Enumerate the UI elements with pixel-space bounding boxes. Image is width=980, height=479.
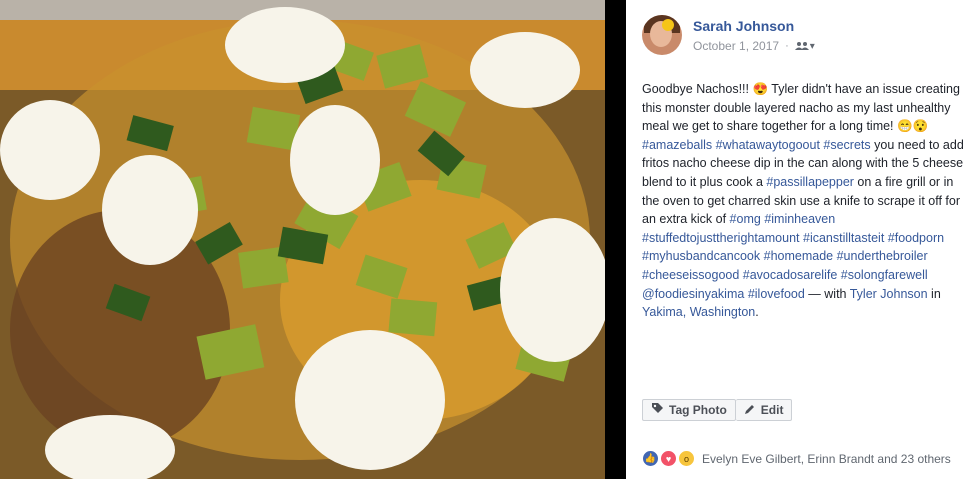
audience-friends-icon [794, 42, 809, 50]
post-link[interactable]: #whatawaytogoout [716, 138, 820, 152]
friends-icon[interactable]: ▾ [794, 40, 815, 52]
post-link[interactable]: #iminheaven [764, 212, 835, 226]
post-text-segment: — with [804, 286, 850, 301]
tag-icon [651, 402, 664, 418]
nachos-photo[interactable] [0, 0, 605, 479]
post-link[interactable]: #cheeseissogood [642, 268, 739, 282]
nachos-image [0, 0, 605, 479]
post-link[interactable]: #ilovefood [748, 287, 805, 301]
post-link[interactable]: #icanstilltasteit [803, 231, 884, 245]
post-meta: October 1, 2017 · ▾ [693, 39, 815, 53]
post-link[interactable]: @foodiesinyakima [642, 287, 744, 301]
post-link[interactable]: #secrets [823, 138, 870, 152]
author-name[interactable]: Sarah Johnson [693, 18, 794, 34]
edit-button[interactable]: Edit [735, 399, 793, 421]
chevron-down-icon: ▾ [809, 40, 815, 52]
reactions-summary[interactable]: Evelyn Eve Gilbert, Erinn Brandt and 23 … [702, 452, 951, 466]
post-panel: Sarah Johnson October 1, 2017 · ▾ Goodby… [626, 0, 980, 479]
post-link[interactable]: #solongfarewell [841, 268, 928, 282]
post-link[interactable]: #stuffedtojusttherightamount [642, 231, 800, 245]
separator-dot: · [785, 40, 789, 52]
post-link[interactable]: #foodporn [888, 231, 944, 245]
tag-photo-button[interactable]: Tag Photo [642, 399, 736, 421]
post-text-segment: . [755, 305, 759, 320]
post-link[interactable]: #homemade [764, 249, 834, 263]
post-text: Goodbye Nachos!!! 😍 Tyler didn't have an… [642, 80, 966, 322]
post-link[interactable]: #amazeballs [642, 138, 712, 152]
post-text-segment: Goodbye Nachos!!! 😍 Tyler didn't have an… [642, 82, 960, 134]
love-icon: ♥ [660, 450, 677, 467]
pencil-icon [744, 403, 756, 418]
avatar[interactable] [642, 15, 682, 55]
post-link[interactable]: #omg [730, 212, 761, 226]
like-icon: 👍 [642, 450, 659, 467]
photo-actions: Tag Photo Edit [642, 399, 793, 421]
post-link[interactable]: #myhusbandcancook [642, 249, 760, 263]
post-link[interactable]: #underthebroiler [837, 249, 928, 263]
post-link[interactable]: Tyler Johnson [850, 287, 928, 301]
post-link[interactable]: #avocadosarelife [743, 268, 838, 282]
reactions-bar[interactable]: 👍 ♥ o Evelyn Eve Gilbert, Erinn Brandt a… [642, 450, 951, 467]
post-link[interactable]: #passillapepper [766, 175, 854, 189]
post-date[interactable]: October 1, 2017 [693, 39, 779, 53]
tag-photo-label: Tag Photo [669, 403, 727, 417]
post-header: Sarah Johnson October 1, 2017 · ▾ [642, 15, 972, 57]
edit-label: Edit [760, 403, 784, 417]
post-text-segment: in [927, 286, 941, 301]
wow-icon: o [678, 450, 695, 467]
post-link[interactable]: Yakima, Washington [642, 305, 755, 319]
